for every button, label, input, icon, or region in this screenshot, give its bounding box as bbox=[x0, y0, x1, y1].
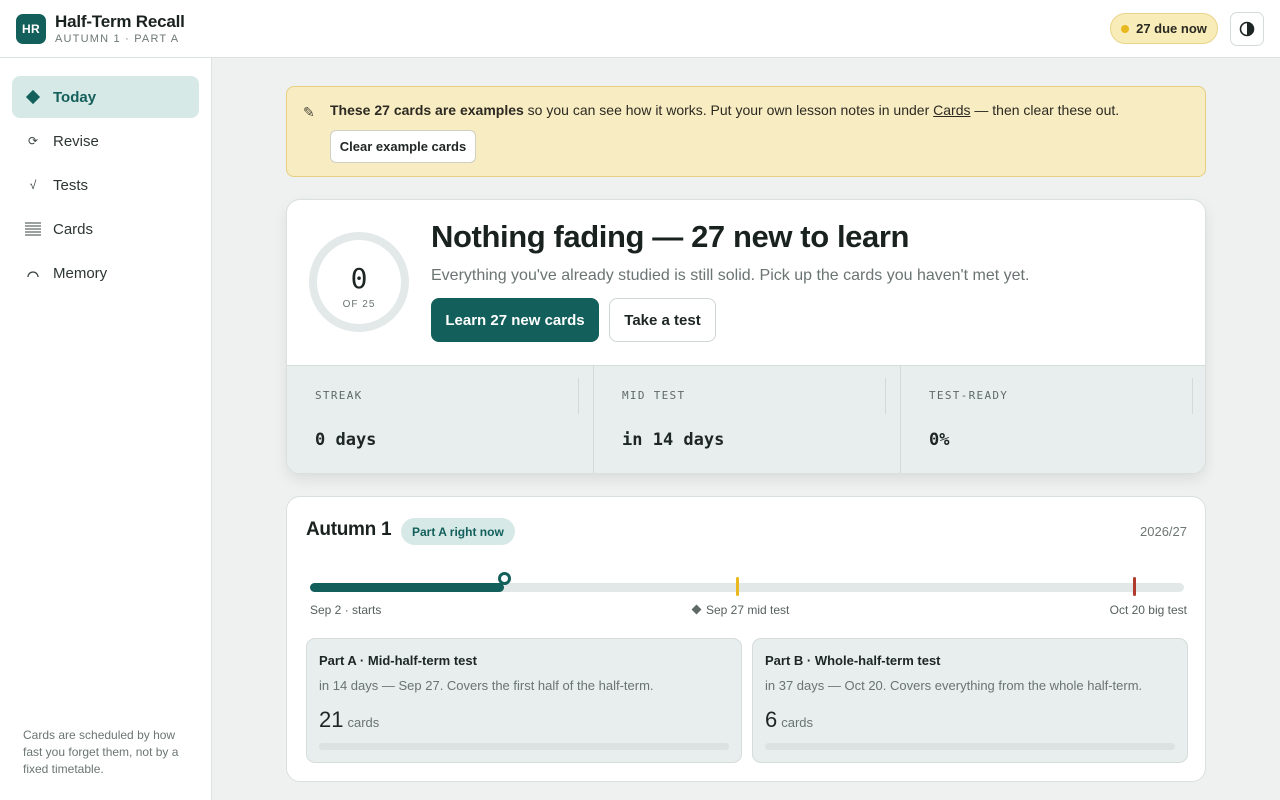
take-a-test-button[interactable]: Take a test bbox=[609, 298, 716, 342]
sidebar-item-label: Tests bbox=[53, 176, 89, 194]
part-progress-bar bbox=[765, 743, 1175, 750]
stat-mid-test: MID TEST in 14 days bbox=[594, 366, 901, 473]
ring-total: OF 25 bbox=[342, 299, 376, 310]
pencil-icon: ✎ bbox=[303, 104, 315, 120]
app-subtitle: AUTUMN 1 · PART A bbox=[55, 33, 180, 45]
today-summary-card: 0 OF 25 Nothing fading — 27 new to learn… bbox=[286, 199, 1206, 474]
part-description: in 37 days — Oct 20. Covers everything f… bbox=[765, 678, 1143, 693]
big-test-marker bbox=[1133, 577, 1137, 596]
ring-value: 0 bbox=[350, 262, 368, 295]
part-card-count: 21 cards bbox=[319, 707, 379, 733]
count-unit: cards bbox=[347, 715, 380, 730]
app-logo: HR bbox=[16, 14, 46, 44]
sidebar-item-today[interactable]: Today bbox=[12, 76, 199, 118]
sidebar-item-memory[interactable]: Memory bbox=[12, 252, 199, 294]
sidebar: Today ⟳ Revise √ Tests Cards Memory Card… bbox=[0, 58, 212, 800]
learn-new-cards-button[interactable]: Learn 27 new cards bbox=[431, 298, 599, 342]
timeline-start-label: Sep 2 · starts bbox=[310, 603, 382, 617]
count-value: 21 bbox=[319, 707, 344, 732]
contrast-icon bbox=[1239, 21, 1255, 37]
part-b-card[interactable]: Part B · Whole-half-term test in 37 days… bbox=[752, 638, 1188, 763]
mid-test-marker bbox=[736, 577, 740, 596]
due-dot-icon bbox=[1121, 24, 1130, 33]
stat-value: 0 days bbox=[315, 430, 377, 450]
stat-test-ready: TEST-READY 0% bbox=[901, 366, 1205, 473]
examples-banner: ✎ These 27 cards are examples so you can… bbox=[286, 86, 1206, 177]
mid-label-text: Sep 27 mid test bbox=[706, 603, 790, 617]
sidebar-item-tests[interactable]: √ Tests bbox=[12, 164, 199, 206]
due-now-label: 27 due now bbox=[1136, 21, 1207, 36]
banner-text-2: — then clear these out. bbox=[970, 102, 1120, 118]
part-description: in 14 days — Sep 27. Covers the first ha… bbox=[319, 678, 654, 693]
diamond-icon bbox=[25, 89, 41, 105]
stat-label: MID TEST bbox=[622, 389, 686, 402]
hero-title: Nothing fading — 27 new to learn bbox=[431, 219, 910, 254]
count-unit: cards bbox=[781, 715, 814, 730]
sidebar-item-label: Today bbox=[53, 88, 97, 106]
list-icon bbox=[25, 221, 41, 237]
stats-row: STREAK 0 days MID TEST in 14 days TEST-R… bbox=[287, 365, 1205, 473]
today-marker bbox=[498, 572, 512, 585]
term-card: Autumn 1 Part A right now 2026/27 Sep 2 … bbox=[286, 496, 1206, 782]
cards-link[interactable]: Cards bbox=[933, 102, 970, 118]
sidebar-item-label: Revise bbox=[53, 132, 99, 150]
sidebar-item-revise[interactable]: ⟳ Revise bbox=[12, 120, 199, 162]
current-part-badge: Part A right now bbox=[401, 518, 515, 545]
diamond-icon bbox=[691, 604, 702, 615]
stat-label: STREAK bbox=[315, 389, 363, 402]
check-icon: √ bbox=[29, 178, 37, 192]
progress-ring: 0 OF 25 bbox=[309, 232, 409, 332]
part-title: Part B · Whole-half-term test bbox=[765, 653, 941, 668]
part-card-count: 6 cards bbox=[765, 707, 813, 733]
banner-message: These 27 cards are examples so you can s… bbox=[330, 102, 1119, 118]
stat-label: TEST-READY bbox=[929, 389, 1009, 402]
timeline-mid-label: Sep 27 mid test bbox=[691, 603, 790, 617]
scheduling-note: Cards are scheduled by how fast you forg… bbox=[23, 728, 179, 776]
theme-toggle-button[interactable] bbox=[1230, 12, 1264, 46]
timeline-end-label: Oct 20 big test bbox=[1109, 603, 1187, 617]
hero-subtitle: Everything you've already studied is sti… bbox=[431, 267, 1030, 284]
app-title: Half-Term Recall bbox=[55, 12, 185, 31]
refresh-icon: ⟳ bbox=[27, 134, 39, 148]
term-year: 2026/27 bbox=[1140, 524, 1187, 539]
arc-icon bbox=[25, 265, 41, 281]
clear-example-cards-button[interactable]: Clear example cards bbox=[330, 130, 476, 163]
sidebar-item-label: Memory bbox=[53, 264, 108, 282]
term-timeline bbox=[310, 572, 1184, 596]
banner-bold-text: These 27 cards are examples bbox=[330, 102, 524, 118]
stat-streak: STREAK 0 days bbox=[287, 366, 594, 473]
count-value: 6 bbox=[765, 707, 778, 732]
stat-value: in 14 days bbox=[622, 430, 725, 450]
sidebar-item-cards[interactable]: Cards bbox=[12, 208, 199, 250]
part-a-card[interactable]: Part A · Mid-half-term test in 14 days —… bbox=[306, 638, 742, 763]
part-progress-bar bbox=[319, 743, 729, 750]
banner-text-1: so you can see how it works. Put your ow… bbox=[523, 102, 934, 118]
top-bar: HR Half-Term Recall AUTUMN 1 · PART A 27… bbox=[0, 0, 1280, 58]
part-title: Part A · Mid-half-term test bbox=[319, 653, 477, 668]
sidebar-item-label: Cards bbox=[53, 220, 94, 238]
timeline-progress bbox=[310, 583, 505, 592]
stat-value: 0% bbox=[929, 430, 950, 450]
due-now-badge[interactable]: 27 due now bbox=[1110, 13, 1218, 44]
term-title: Autumn 1 bbox=[306, 519, 392, 540]
